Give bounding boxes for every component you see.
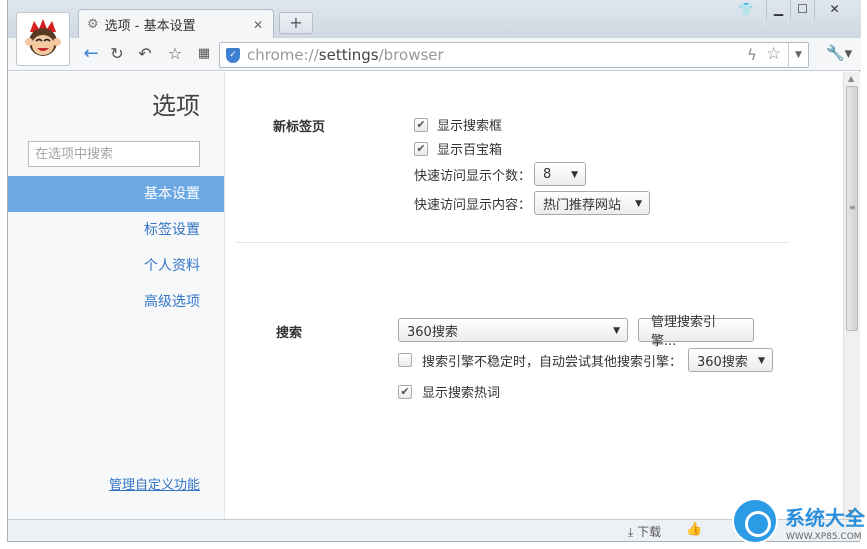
lightning-icon[interactable]: ϟ xyxy=(747,46,757,64)
hot-words-label: 显示搜索热词 xyxy=(422,386,501,401)
hot-words-row[interactable]: ✔ 显示搜索热词 xyxy=(398,382,500,401)
newtab-section-label: 新标签页 xyxy=(273,120,326,135)
search-engine-select[interactable]: 360搜索 ▼ xyxy=(398,318,628,342)
monkey-logo[interactable] xyxy=(16,12,70,66)
url-scheme: chrome:// xyxy=(247,46,319,64)
maximize-button[interactable]: ☐ xyxy=(790,0,814,20)
chevron-down-icon: ▼ xyxy=(571,170,579,180)
show-treasure-box-row[interactable]: ✔ 显示百宝箱 xyxy=(414,139,502,158)
fallback-row: 搜索引擎不稳定时，自动尝试其他搜索引擎： 360搜索 ▼ xyxy=(398,348,774,372)
url-path: /browser xyxy=(378,46,444,64)
hot-words-checkbox[interactable]: ✔ xyxy=(398,384,412,399)
show-treasure-box-checkbox[interactable]: ✔ xyxy=(414,141,428,156)
wrench-menu-icon[interactable]: 🔧▾ xyxy=(826,44,852,62)
settings-main: 新标签页 ✔ 显示搜索框 ✔ 显示百宝箱 快速访问显示个数： 8 ▼ 快速访问显… xyxy=(226,72,842,519)
minimize-button[interactable]: ▁ xyxy=(766,0,790,20)
watermark-circle-icon xyxy=(732,498,778,544)
reload-icon[interactable]: ↻ xyxy=(106,44,128,66)
shield-icon: ✓ xyxy=(226,48,240,63)
search-section-label: 搜索 xyxy=(276,326,303,341)
quick-content-row: 快速访问显示内容： 热门推荐网站 ▼ xyxy=(414,191,651,215)
tab-strip: ⚙ 选项 - 基本设置 ✕ + 👕 ▁ ☐ ✕ xyxy=(8,0,861,39)
quick-count-value: 8 xyxy=(543,166,552,182)
browser-window: ⚙ 选项 - 基本设置 ✕ + 👕 ▁ ☐ ✕ ← ↻ ↶ ☆ ▦ ✓ chro… xyxy=(7,0,861,542)
close-window-button[interactable]: ✕ xyxy=(814,0,854,20)
download-label: 下载 xyxy=(637,525,662,539)
apps-grid-icon[interactable]: ▦ xyxy=(193,44,215,66)
scroll-up-icon[interactable]: ▲ xyxy=(848,74,854,83)
chevron-down-icon: ▼ xyxy=(635,199,643,209)
manage-search-engines-button[interactable]: 管理搜索引擎... xyxy=(638,315,754,349)
quick-content-select[interactable]: 热门推荐网站 ▼ xyxy=(534,191,651,215)
download-icon: ⤓ xyxy=(628,525,634,539)
url-text[interactable]: chrome://settings/browser xyxy=(247,46,444,64)
sidebar-item-tabs[interactable]: 标签设置 xyxy=(8,212,224,248)
sidebar-item-advanced[interactable]: 高级选项 xyxy=(8,284,224,320)
quick-count-row: 快速访问显示个数： 8 ▼ xyxy=(414,162,587,186)
gear-icon: ⚙ xyxy=(87,17,99,32)
monkey-logo-icon xyxy=(25,19,61,56)
section-divider xyxy=(235,242,790,243)
sidebar-item-profile[interactable]: 个人资料 xyxy=(8,248,224,284)
bookmark-star-icon[interactable]: ☆ xyxy=(766,44,781,64)
chevron-down-icon: ▼ xyxy=(613,326,620,336)
back-icon[interactable]: ← xyxy=(80,44,102,66)
sidebar-item-basic[interactable]: 基本设置 xyxy=(8,176,224,212)
toolbar: ← ↻ ↶ ☆ ▦ ✓ chrome://settings/browser ϟ … xyxy=(8,38,861,71)
fallback-checkbox[interactable] xyxy=(398,353,412,367)
tab-close-icon[interactable]: ✕ xyxy=(253,18,263,32)
search-engine-row: 360搜索 ▼ 管理搜索引擎... xyxy=(398,315,754,349)
chevron-down-icon: ▼ xyxy=(758,356,766,366)
search-engine-value: 360搜索 xyxy=(407,324,458,340)
manage-custom-link[interactable]: 管理自定义功能 xyxy=(109,474,200,493)
quick-content-value: 热门推荐网站 xyxy=(543,197,622,213)
fallback-engine-value: 360搜索 xyxy=(697,354,748,370)
favorites-star-icon[interactable]: ☆ xyxy=(164,44,186,66)
address-dropdown-icon[interactable]: ▼ xyxy=(788,43,808,67)
watermark-text: 系统大全 xyxy=(785,506,865,530)
show-search-box-checkbox[interactable]: ✔ xyxy=(414,117,428,132)
new-tab-button[interactable]: + xyxy=(279,12,313,34)
sidebar: 选项 基本设置 标签设置 个人资料 高级选项 管理自定义功能 xyxy=(8,72,225,519)
skin-icon[interactable]: 👕 xyxy=(734,0,758,20)
quick-content-label: 快速访问显示内容： xyxy=(414,197,532,213)
grip-icon: ≡ xyxy=(849,203,856,212)
watermark-sub: WWW.XP85.COM xyxy=(786,532,862,542)
fallback-label: 搜索引擎不稳定时，自动尝试其他搜索引擎： xyxy=(422,354,683,370)
show-search-box-row[interactable]: ✔ 显示搜索框 xyxy=(414,115,502,134)
quick-count-label: 快速访问显示个数： xyxy=(414,168,532,184)
tab-settings[interactable]: ⚙ 选项 - 基本设置 ✕ xyxy=(78,9,274,39)
show-search-box-label: 显示搜索框 xyxy=(437,119,503,134)
sidebar-title: 选项 xyxy=(152,92,200,120)
thumbs-up-icon[interactable]: 👍 xyxy=(686,522,702,537)
address-bar[interactable]: ✓ chrome://settings/browser ϟ ☆ ▼ xyxy=(219,42,809,68)
tab-title: 选项 - 基本设置 xyxy=(104,19,196,34)
settings-search-input[interactable] xyxy=(28,141,200,167)
undo-icon[interactable]: ↶ xyxy=(134,44,156,66)
url-host: settings xyxy=(318,46,379,64)
vertical-scrollbar[interactable]: ▲ ≡ ▼ xyxy=(843,72,860,519)
show-treasure-box-label: 显示百宝箱 xyxy=(437,143,503,158)
quick-count-select[interactable]: 8 ▼ xyxy=(534,162,587,186)
watermark-logo: 系统大全 WWW.XP85.COM xyxy=(730,496,867,549)
download-button[interactable]: ⤓ 下载 xyxy=(628,523,661,540)
scrollbar-thumb[interactable]: ≡ xyxy=(846,86,858,331)
fallback-engine-select[interactable]: 360搜索 ▼ xyxy=(688,348,774,372)
